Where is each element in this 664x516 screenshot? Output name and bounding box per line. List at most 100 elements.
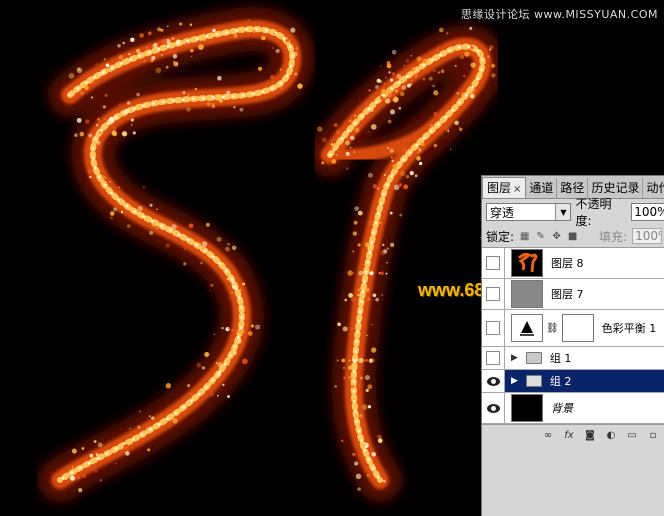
visibility-toggle[interactable]: [482, 248, 505, 278]
spark: [130, 118, 134, 122]
spark: [99, 71, 104, 76]
spark: [368, 131, 370, 133]
spark: [420, 142, 425, 147]
spark: [161, 38, 167, 45]
spark: [153, 42, 158, 47]
layer-row-background[interactable]: 背景: [482, 393, 664, 424]
spark: [375, 297, 380, 302]
spark: [489, 45, 494, 50]
fill-input[interactable]: 100%: [632, 228, 663, 244]
fx-icon[interactable]: fx: [563, 430, 575, 441]
spark: [348, 293, 354, 298]
opacity-input[interactable]: 100%: [631, 203, 664, 221]
spark: [439, 27, 444, 33]
expand-triangle-icon[interactable]: ▶: [511, 353, 518, 363]
spark: [470, 46, 474, 50]
spark: [379, 96, 384, 100]
visibility-toggle[interactable]: [482, 393, 505, 423]
spark: [348, 359, 350, 362]
layer-row-group-1[interactable]: ▶ 组 1: [482, 347, 664, 370]
spark: [490, 63, 496, 68]
spark: [143, 59, 146, 63]
visibility-toggle[interactable]: [482, 347, 505, 369]
lock-label: 锁定:: [486, 229, 515, 244]
spark: [469, 26, 473, 30]
spark: [242, 282, 246, 286]
spark: [120, 210, 124, 214]
layer-list: 图层 8 图层 7 ⛓ 色彩平衡 1 ▶ 组 1 ▶ 组 2 背景: [482, 248, 664, 424]
spark: [368, 299, 371, 301]
new-group-folder-icon[interactable]: ▭: [626, 430, 638, 441]
spark: [380, 271, 384, 275]
spark: [71, 466, 74, 469]
spark: [393, 96, 399, 103]
spark: [171, 37, 175, 40]
spark: [92, 79, 97, 85]
spark: [364, 359, 367, 362]
spark: [389, 211, 393, 215]
tab-channels[interactable]: 通道: [526, 178, 558, 198]
layer-name: 组 1: [549, 352, 572, 365]
spark: [227, 243, 230, 246]
spark: [391, 72, 396, 76]
spark: [124, 206, 127, 209]
spark: [225, 326, 230, 332]
spark: [380, 250, 386, 256]
add-mask-icon[interactable]: ◙: [584, 430, 596, 441]
spark: [364, 102, 370, 108]
layer-row-7[interactable]: 图层 7: [482, 279, 664, 310]
spark: [337, 322, 341, 327]
tab-actions[interactable]: 动作: [643, 178, 664, 198]
spark: [376, 434, 382, 439]
spark: [216, 236, 222, 242]
expand-triangle-icon[interactable]: ▶: [511, 376, 518, 386]
lock-paint-brush-icon[interactable]: ✎: [535, 231, 546, 242]
spark: [118, 186, 120, 189]
visibility-toggle[interactable]: [482, 370, 505, 392]
new-layer-icon[interactable]: ▫: [647, 430, 659, 441]
layer-row-8[interactable]: 图层 8: [482, 248, 664, 279]
spark: [358, 270, 364, 276]
lock-transparent-icon[interactable]: ▦: [519, 231, 530, 242]
spark: [366, 334, 368, 337]
spark: [149, 31, 152, 34]
spark: [461, 92, 466, 97]
link-layers-icon[interactable]: ∞: [542, 430, 554, 441]
spark: [368, 172, 373, 178]
spark: [357, 358, 363, 364]
spark: [94, 133, 97, 136]
link-chain-icon[interactable]: ⛓: [546, 323, 559, 334]
spark: [155, 67, 162, 74]
spark: [205, 222, 210, 227]
spark: [93, 440, 97, 444]
spark: [279, 38, 282, 40]
layer-name: 图层 8: [551, 257, 584, 270]
visibility-toggle[interactable]: [482, 279, 505, 309]
adjustment-layer-icon[interactable]: ◐: [605, 430, 617, 441]
spark: [96, 124, 99, 127]
layer-row-group-2[interactable]: ▶ 组 2: [482, 370, 664, 393]
spark: [341, 439, 344, 443]
tab-layers[interactable]: 图层 ×: [482, 177, 527, 198]
blend-mode-select[interactable]: 穿透 ▼: [486, 203, 572, 221]
layer-thumbnail: [511, 394, 543, 422]
spark: [292, 51, 298, 57]
close-icon[interactable]: ×: [513, 184, 521, 195]
spark: [90, 96, 94, 99]
visibility-toggle[interactable]: [482, 310, 505, 346]
spark: [364, 287, 370, 293]
spark: [250, 324, 255, 328]
spark: [386, 261, 388, 264]
spark: [146, 47, 148, 49]
spark: [351, 121, 353, 124]
spark: [348, 119, 352, 123]
spark: [351, 327, 354, 331]
spark: [239, 107, 244, 112]
spark: [446, 32, 449, 35]
spark: [380, 65, 382, 68]
lock-all-icon[interactable]: ■: [567, 231, 578, 242]
spark: [369, 271, 374, 276]
spark: [357, 243, 361, 247]
lock-move-icon[interactable]: ✥: [551, 231, 562, 242]
layer-row-color-balance[interactable]: ⛓ 色彩平衡 1: [482, 310, 664, 347]
